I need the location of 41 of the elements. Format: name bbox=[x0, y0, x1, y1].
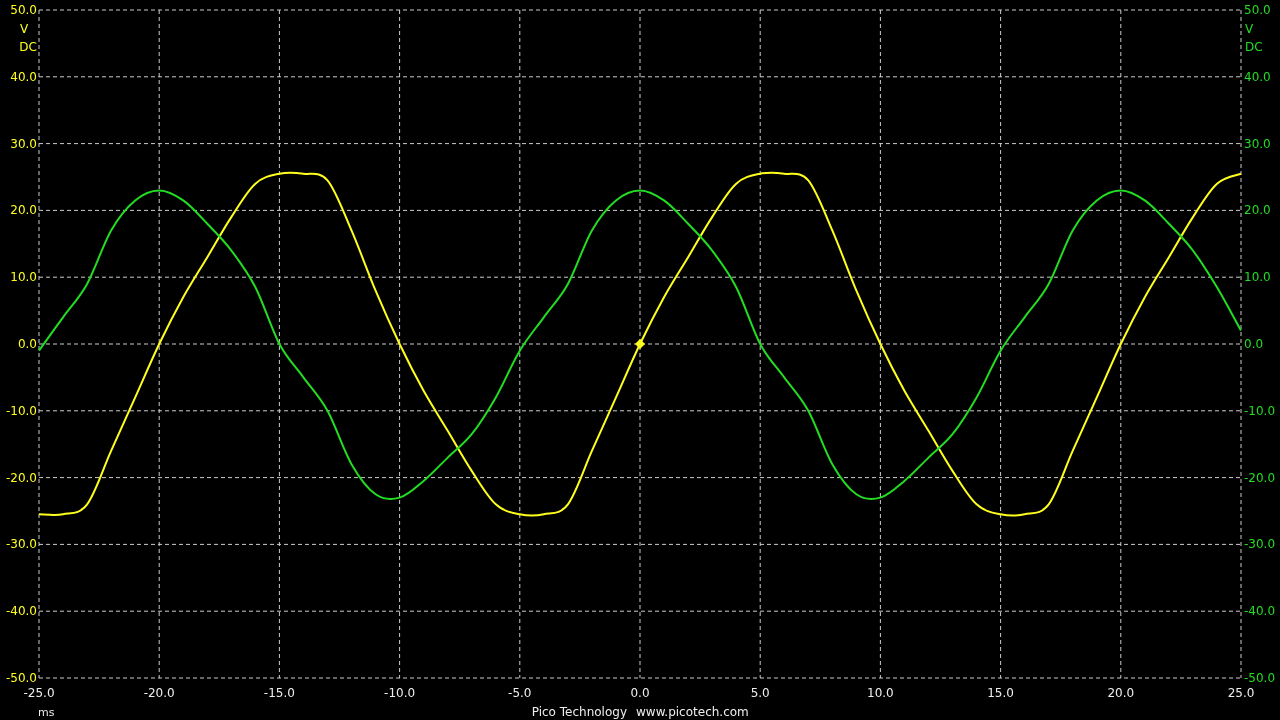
x-tick-label: 5.0 bbox=[750, 686, 770, 700]
company-name: Pico Technology bbox=[531, 705, 627, 719]
y-tick-label: -30.0 bbox=[5, 537, 37, 552]
x-tick-label: 10.0 bbox=[867, 686, 894, 700]
x-tick-label: -15.0 bbox=[263, 686, 295, 700]
y-tick-label: -50.0 bbox=[1244, 671, 1276, 685]
y-tick-label: 40.0 bbox=[1244, 69, 1271, 84]
y-tick-label: 0.0 bbox=[1244, 337, 1264, 351]
y-tick-label: 40.0 bbox=[10, 69, 37, 84]
y-tick-label: 20.0 bbox=[10, 203, 37, 218]
coupling-label: DC bbox=[19, 40, 37, 54]
y-tick-label: 20.0 bbox=[1244, 203, 1271, 218]
unit-label: V bbox=[1245, 22, 1254, 36]
coupling-label: DC bbox=[1245, 40, 1263, 54]
y-tick-label: -10.0 bbox=[5, 403, 37, 418]
y-tick-label: 10.0 bbox=[10, 270, 37, 285]
y-tick-label: 50.0 bbox=[10, 3, 37, 17]
y-tick-label: -30.0 bbox=[1244, 537, 1276, 552]
y-tick-label: -50.0 bbox=[5, 671, 37, 685]
x-tick-label: -10.0 bbox=[384, 686, 416, 700]
x-tick-label: -20.0 bbox=[143, 686, 175, 700]
unit-label: V bbox=[19, 22, 29, 36]
x-tick-label: -5.0 bbox=[508, 686, 532, 700]
x-tick-label: 20.0 bbox=[1107, 686, 1135, 700]
y-tick-label: -10.0 bbox=[1244, 403, 1276, 418]
y-tick-label: -20.0 bbox=[5, 470, 37, 485]
y-tick-label: -20.0 bbox=[1244, 470, 1276, 485]
trigger-marker-icon[interactable] bbox=[635, 339, 645, 349]
website-link[interactable]: www.picotech.com bbox=[636, 705, 749, 719]
y-tick-label: -40.0 bbox=[5, 604, 37, 619]
y-tick-label: 30.0 bbox=[1244, 136, 1271, 151]
x-tick-label: 0.0 bbox=[630, 686, 650, 700]
y-tick-label: 0.0 bbox=[17, 337, 37, 351]
x-tick-label: 25.0 bbox=[1227, 686, 1255, 700]
y-tick-label: 10.0 bbox=[1244, 270, 1271, 285]
x-axis-label: ms bbox=[38, 706, 55, 719]
x-tick-label: 15.0 bbox=[987, 686, 1014, 700]
y-tick-label: 30.0 bbox=[10, 136, 37, 151]
x-tick-label: -25.0 bbox=[23, 686, 55, 700]
y-tick-label: -40.0 bbox=[1244, 604, 1276, 619]
y-tick-label: 50.0 bbox=[1244, 3, 1271, 17]
